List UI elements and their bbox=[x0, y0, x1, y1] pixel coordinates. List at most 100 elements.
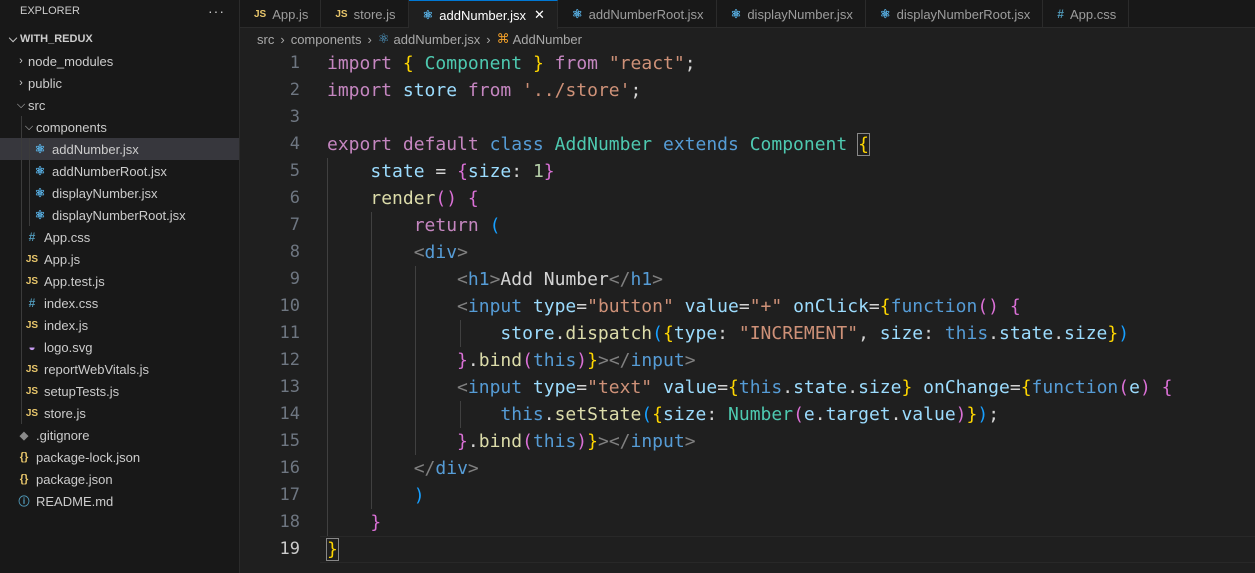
editor-tab[interactable]: ⚛ displayNumber.jsx bbox=[717, 0, 866, 28]
chevron-right-icon: › bbox=[486, 31, 491, 47]
code-line: 16 </div> bbox=[240, 455, 1255, 482]
line-number: 14 bbox=[279, 404, 300, 424]
breadcrumb-item[interactable]: src bbox=[257, 32, 274, 47]
breadcrumb-item[interactable]: AddNumber bbox=[513, 32, 582, 47]
tree-item[interactable]: JS store.js bbox=[0, 402, 239, 424]
more-actions-icon[interactable]: ··· bbox=[208, 3, 225, 19]
javascript-file-icon: JS bbox=[25, 385, 39, 397]
tree-item-label: index.css bbox=[44, 295, 99, 311]
indent-guide bbox=[21, 380, 22, 402]
line-number: 2 bbox=[289, 80, 300, 100]
line-number: 6 bbox=[289, 188, 300, 208]
indent-guide bbox=[21, 226, 22, 248]
code-text: } bbox=[326, 538, 339, 561]
react-file-icon: ⚛ bbox=[377, 31, 390, 46]
tree-item[interactable]: {} package.json bbox=[0, 468, 239, 490]
tree-item[interactable]: # App.css bbox=[0, 226, 239, 248]
tree-item[interactable]: {} package-lock.json bbox=[0, 446, 239, 468]
editor-tab[interactable]: ⚛ addNumber.jsx ✕ bbox=[408, 0, 558, 29]
tree-item-label: displayNumber.jsx bbox=[52, 185, 158, 201]
tree-item-label: addNumberRoot.jsx bbox=[52, 163, 167, 179]
line-number: 7 bbox=[289, 215, 300, 235]
code-line: 10 <input type="button" value="+" onClic… bbox=[240, 293, 1255, 320]
javascript-file-icon: JS bbox=[25, 407, 39, 419]
tree-item-label: displayNumberRoot.jsx bbox=[52, 207, 186, 223]
code-text: ) bbox=[413, 485, 425, 506]
tree-item[interactable]: # index.css bbox=[0, 292, 239, 314]
code-line: 6 render() { bbox=[240, 185, 1255, 212]
css-file-icon: # bbox=[28, 296, 36, 310]
tree-item[interactable]: ⓘ README.md bbox=[0, 490, 239, 512]
tree-item-label: App.js bbox=[44, 251, 81, 267]
tree-item[interactable]: › node_modules bbox=[0, 50, 239, 72]
indent-guide bbox=[29, 160, 30, 182]
indent-guide bbox=[21, 314, 22, 336]
tree-item[interactable]: JS reportWebVitals.js bbox=[0, 358, 239, 380]
close-icon[interactable]: ✕ bbox=[534, 7, 545, 23]
breadcrumb-item[interactable]: components bbox=[291, 32, 362, 47]
tree-item-label: .gitignore bbox=[36, 427, 90, 443]
tree-item[interactable]: JS index.js bbox=[0, 314, 239, 336]
line-number: 10 bbox=[279, 296, 300, 316]
chevron-down-icon: ⌵ bbox=[8, 32, 18, 45]
json-file-icon: {} bbox=[19, 473, 29, 485]
file-tree: › node_modules › public ⌵ src ⌵ components ⚛ addN… bbox=[0, 50, 239, 512]
editor-tab[interactable]: # App.css bbox=[1043, 0, 1130, 28]
react-file-icon: ⚛ bbox=[571, 7, 583, 21]
line-number: 13 bbox=[279, 377, 300, 397]
tree-item[interactable]: JS setupTests.js bbox=[0, 380, 239, 402]
line-number: 3 bbox=[289, 107, 300, 127]
tree-item[interactable]: ◆ .gitignore bbox=[0, 424, 239, 446]
react-file-icon: ⚛ bbox=[34, 208, 46, 222]
tab-label: store.js bbox=[353, 6, 396, 22]
breadcrumb-item[interactable]: addNumber.jsx bbox=[394, 32, 481, 47]
code-text: import store from '../store'; bbox=[327, 80, 642, 101]
editor-tab-bar: JS App.js JS store.js ⚛ addNumber.jsx ✕ ⚛ addNum… bbox=[240, 0, 1255, 29]
css-file-icon: # bbox=[1057, 7, 1064, 21]
code-line: 18 } bbox=[240, 509, 1255, 536]
tree-item[interactable]: ⌵ components bbox=[0, 116, 239, 138]
line-number: 17 bbox=[279, 485, 300, 505]
code-line: 7 return ( bbox=[240, 212, 1255, 239]
code-editor[interactable]: 1 import { Component } from "react"; 2 impo… bbox=[240, 50, 1255, 573]
class-symbol-icon: ⌘ bbox=[496, 31, 510, 46]
code-line: 15 }.bind(this)}></input> bbox=[240, 428, 1255, 455]
tree-item[interactable]: › public bbox=[0, 72, 239, 94]
root-folder[interactable]: ⌵ WITH_REDUX bbox=[0, 28, 239, 50]
code-text: import { Component } from "react"; bbox=[327, 53, 696, 74]
editor-tab[interactable]: JS store.js bbox=[321, 0, 409, 28]
editor-tab[interactable]: JS App.js bbox=[240, 0, 322, 28]
tree-item-label: store.js bbox=[44, 405, 86, 421]
tree-item[interactable]: ⚛ displayNumberRoot.jsx bbox=[0, 204, 239, 226]
tab-label: displayNumberRoot.jsx bbox=[896, 6, 1031, 22]
code-text: store.dispatch({type: "INCREMENT", size:… bbox=[500, 323, 1130, 344]
tree-item[interactable]: ⚛ displayNumber.jsx bbox=[0, 182, 239, 204]
react-file-icon: ⚛ bbox=[34, 186, 46, 200]
tab-label: displayNumber.jsx bbox=[747, 6, 853, 22]
line-number: 19 bbox=[279, 539, 300, 559]
root-folder-label: WITH_REDUX bbox=[20, 33, 93, 45]
indent-guide bbox=[29, 182, 30, 204]
line-number: 4 bbox=[289, 134, 300, 154]
javascript-file-icon: JS bbox=[25, 253, 39, 265]
tree-item-label: node_modules bbox=[28, 53, 114, 69]
code-text: return ( bbox=[413, 215, 501, 236]
code-line: 8 <div> bbox=[240, 239, 1255, 266]
react-file-icon: ⚛ bbox=[34, 164, 46, 178]
chevron-right-icon: › bbox=[19, 55, 23, 67]
code-line: 14 this.setState({size: Number(e.target.… bbox=[240, 401, 1255, 428]
code-text: }.bind(this)}></input> bbox=[457, 350, 696, 371]
tree-item[interactable]: ⚛ addNumber.jsx bbox=[0, 138, 239, 160]
tree-item[interactable]: ⌵ src bbox=[0, 94, 239, 116]
code-line: 12 }.bind(this)}></input> bbox=[240, 347, 1255, 374]
tree-item[interactable]: JS App.js bbox=[0, 248, 239, 270]
line-number: 15 bbox=[279, 431, 300, 451]
tree-item[interactable]: JS App.test.js bbox=[0, 270, 239, 292]
code-text: <input type="button" value="+" onClick={… bbox=[457, 296, 1021, 317]
tree-item[interactable]: ⚛ addNumberRoot.jsx bbox=[0, 160, 239, 182]
editor-tab[interactable]: ⚛ addNumberRoot.jsx bbox=[558, 0, 717, 28]
code-line: 3 bbox=[240, 104, 1255, 131]
editor-tab[interactable]: ⚛ displayNumberRoot.jsx bbox=[866, 0, 1044, 28]
indent-guide bbox=[29, 204, 30, 226]
tree-item[interactable]: ◒ logo.svg bbox=[0, 336, 239, 358]
